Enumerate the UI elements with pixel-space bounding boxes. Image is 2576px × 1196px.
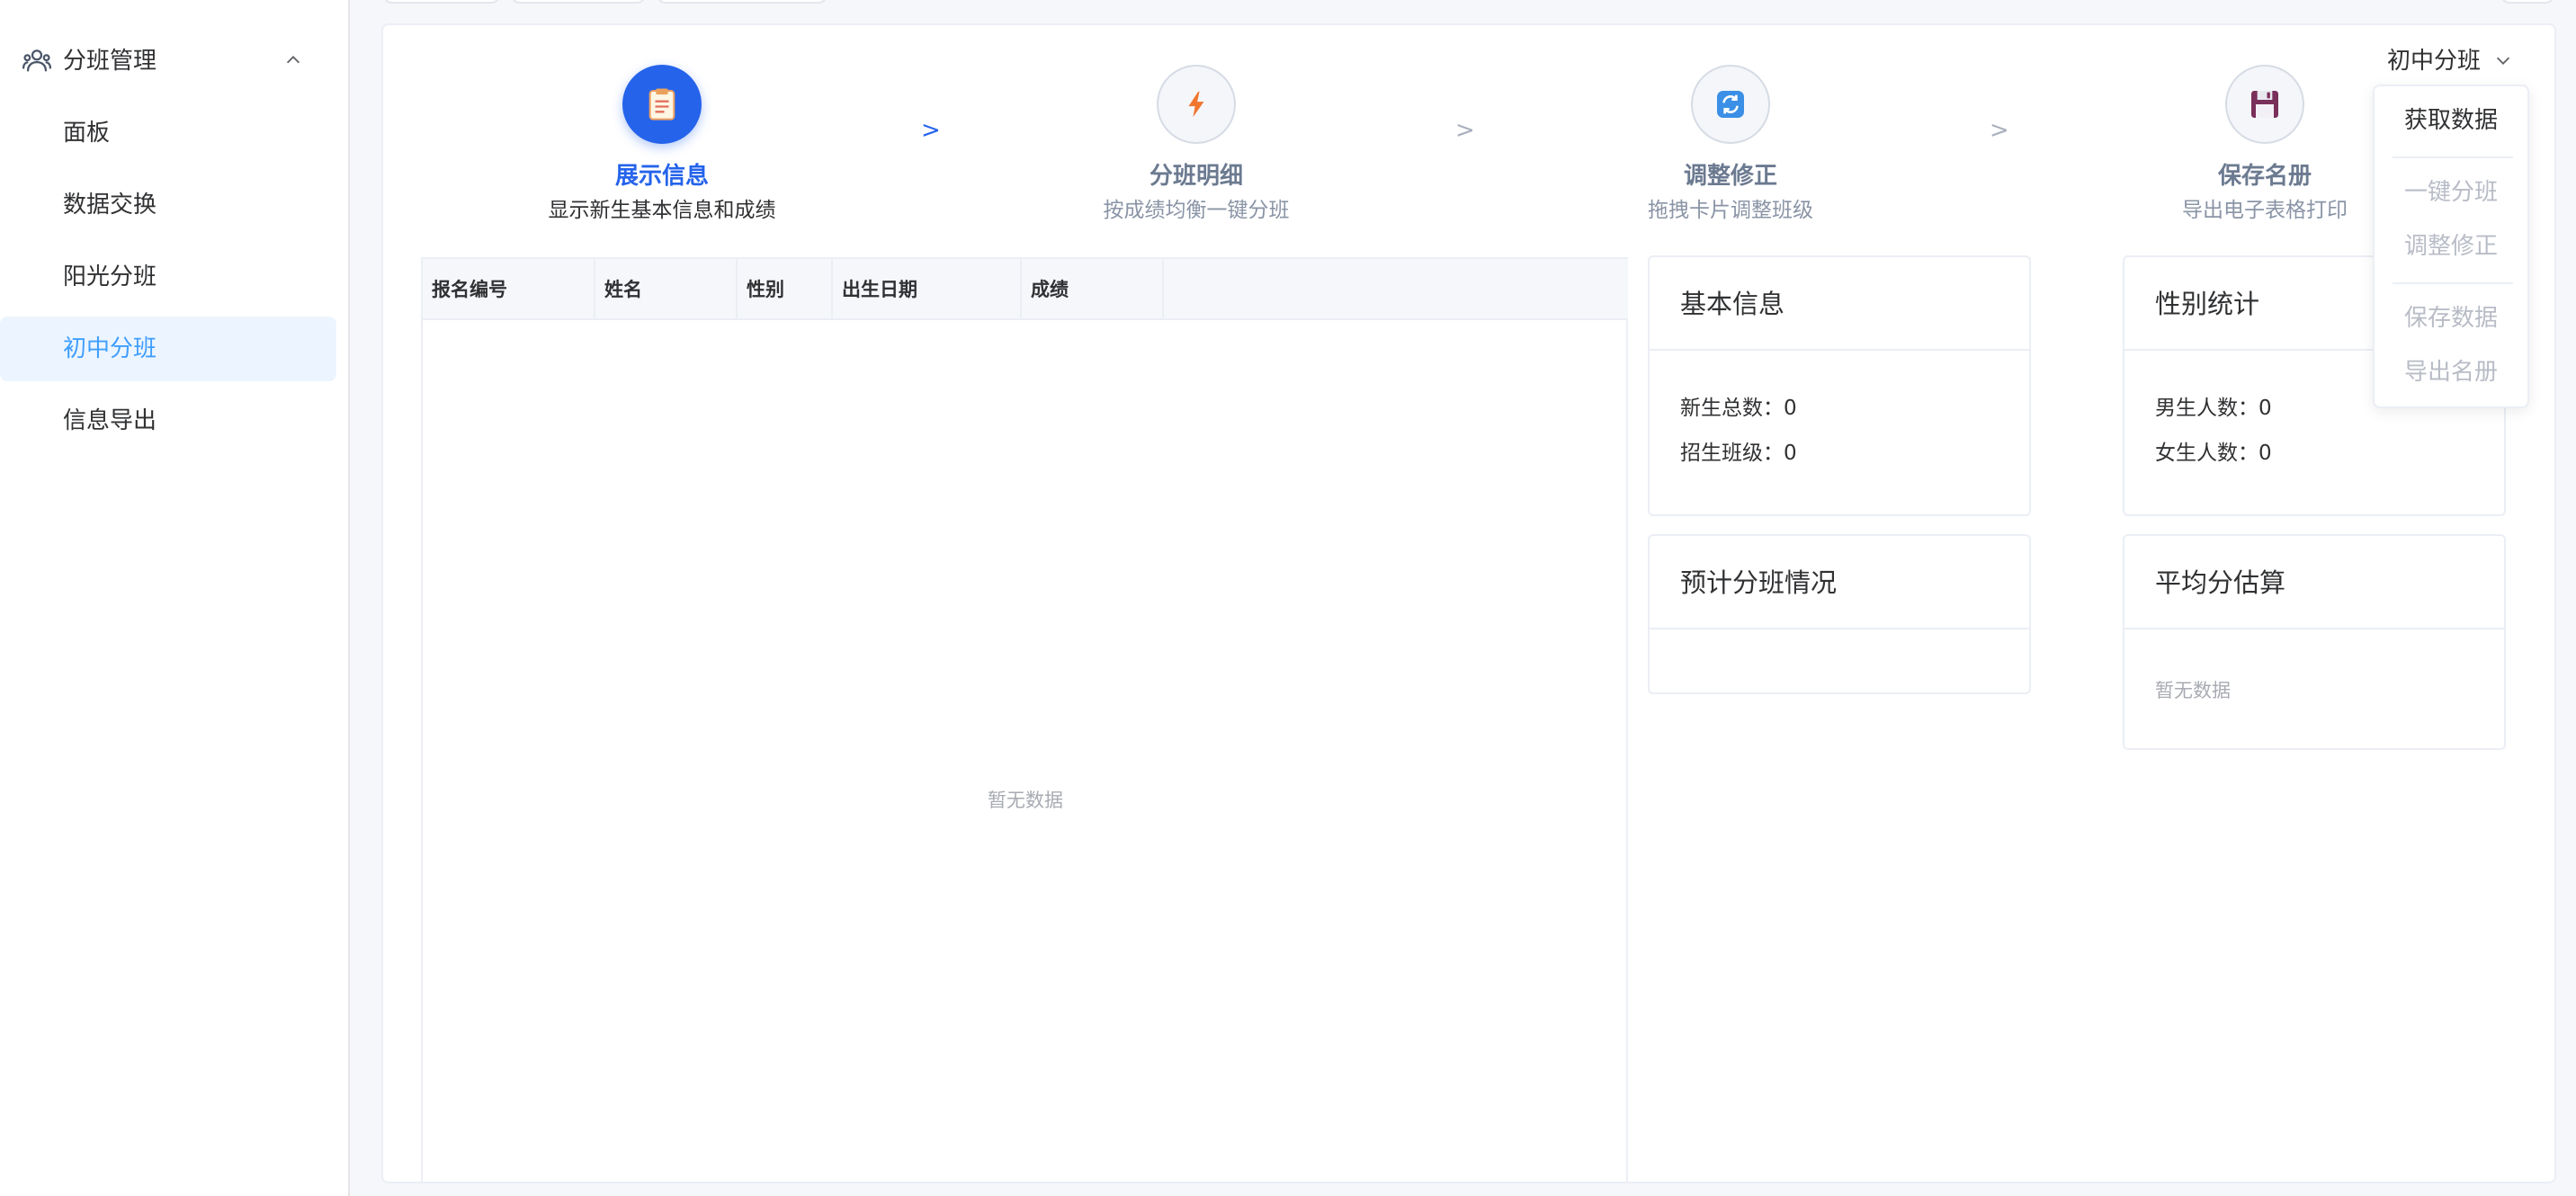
card-empty-text: 暂无数据 bbox=[2155, 680, 2231, 701]
refresh-icon bbox=[1717, 91, 1744, 118]
sidebar-item-sunshine-grouping[interactable]: 阳光分班 bbox=[0, 245, 336, 309]
card-basic-info: 基本信息 新生总数：0 招生班级：0 bbox=[1648, 255, 2031, 516]
step-arrow: > bbox=[921, 117, 941, 144]
sidebar: 分班管理 面板 数据交换 阳光分班 初中分班 信息导出 bbox=[0, 0, 350, 1196]
card-title: 基本信息 bbox=[1650, 257, 2029, 351]
floppy-disk-icon bbox=[2251, 91, 2278, 118]
step-arrow: > bbox=[1455, 117, 1475, 144]
sidebar-item-info-export[interactable]: 信息导出 bbox=[0, 388, 336, 453]
chevron-down-icon[interactable] bbox=[2493, 50, 2513, 70]
step-desc: 拖拽卡片调整班级 bbox=[1648, 199, 1813, 222]
card-title: 平均分估算 bbox=[2124, 536, 2504, 629]
step-desc: 显示新生基本信息和成绩 bbox=[548, 199, 776, 222]
menu-item-one-click-grouping[interactable]: 一键分班 bbox=[2375, 174, 2527, 210]
step-desc: 导出电子表格打印 bbox=[2182, 199, 2348, 222]
menu-divider bbox=[2393, 282, 2513, 284]
column-header-name[interactable]: 姓名 bbox=[595, 259, 738, 320]
step-title: 展示信息 bbox=[614, 163, 709, 190]
card-title: 预计分班情况 bbox=[1650, 536, 2029, 629]
menu-item-export-roster[interactable]: 导出名册 bbox=[2375, 354, 2527, 390]
step-title: 保存名册 bbox=[2217, 163, 2312, 190]
menu-item-save-data[interactable]: 保存数据 bbox=[2375, 300, 2527, 336]
card-grouping-forecast: 预计分班情况 bbox=[1648, 534, 2031, 694]
step-title: 调整修正 bbox=[1683, 163, 1777, 190]
sidebar-item-dashboard[interactable]: 面板 bbox=[0, 101, 336, 165]
actions-dropdown-trigger[interactable]: 初中分班 bbox=[2387, 45, 2481, 77]
top-tab[interactable] bbox=[2500, 0, 2554, 4]
menu-item-fetch-data[interactable]: 获取数据 bbox=[2375, 103, 2527, 138]
column-header-score[interactable]: 成绩 bbox=[1022, 259, 1164, 320]
menu-group-class-management[interactable]: 分班管理 bbox=[0, 32, 350, 90]
users-icon bbox=[22, 49, 52, 72]
menu-group-label: 分班管理 bbox=[63, 48, 157, 75]
top-tab[interactable] bbox=[657, 0, 827, 4]
top-tab[interactable] bbox=[383, 0, 500, 4]
table-empty-text: 暂无数据 bbox=[988, 790, 1063, 811]
column-header-birth-date[interactable]: 出生日期 bbox=[833, 259, 1022, 320]
menu-item-adjust[interactable]: 调整修正 bbox=[2375, 228, 2527, 264]
chevron-up-icon bbox=[286, 56, 300, 64]
table-header: 报名编号 姓名 性别 出生日期 成绩 bbox=[423, 259, 1628, 320]
sidebar-item-data-exchange[interactable]: 数据交换 bbox=[0, 173, 336, 237]
menu-divider bbox=[2393, 156, 2513, 158]
student-table: 报名编号 姓名 性别 出生日期 成绩 暂无数据 bbox=[421, 257, 1628, 1183]
stat-total-classes: 招生班级：0 bbox=[1680, 442, 1797, 465]
sidebar-item-middle-school-grouping[interactable]: 初中分班 bbox=[0, 317, 336, 381]
lightning-icon bbox=[1188, 91, 1204, 118]
step-arrow: > bbox=[1990, 117, 2009, 144]
top-tab[interactable] bbox=[511, 0, 646, 4]
column-header-registration-number[interactable]: 报名编号 bbox=[423, 259, 595, 320]
actions-dropdown-menu: 获取数据 一键分班 调整修正 保存数据 导出名册 bbox=[2373, 85, 2529, 408]
column-header-gender[interactable]: 性别 bbox=[738, 259, 833, 320]
card-average-estimate: 平均分估算 暂无数据 bbox=[2123, 534, 2506, 750]
stat-total-students: 新生总数：0 bbox=[1680, 397, 1797, 420]
clipboard-icon bbox=[648, 88, 675, 120]
step-desc: 按成绩均衡一键分班 bbox=[1103, 199, 1290, 222]
stat-male-count: 男生人数：0 bbox=[2155, 397, 2272, 420]
stat-female-count: 女生人数：0 bbox=[2155, 442, 2272, 465]
step-title: 分班明细 bbox=[1149, 163, 1243, 190]
